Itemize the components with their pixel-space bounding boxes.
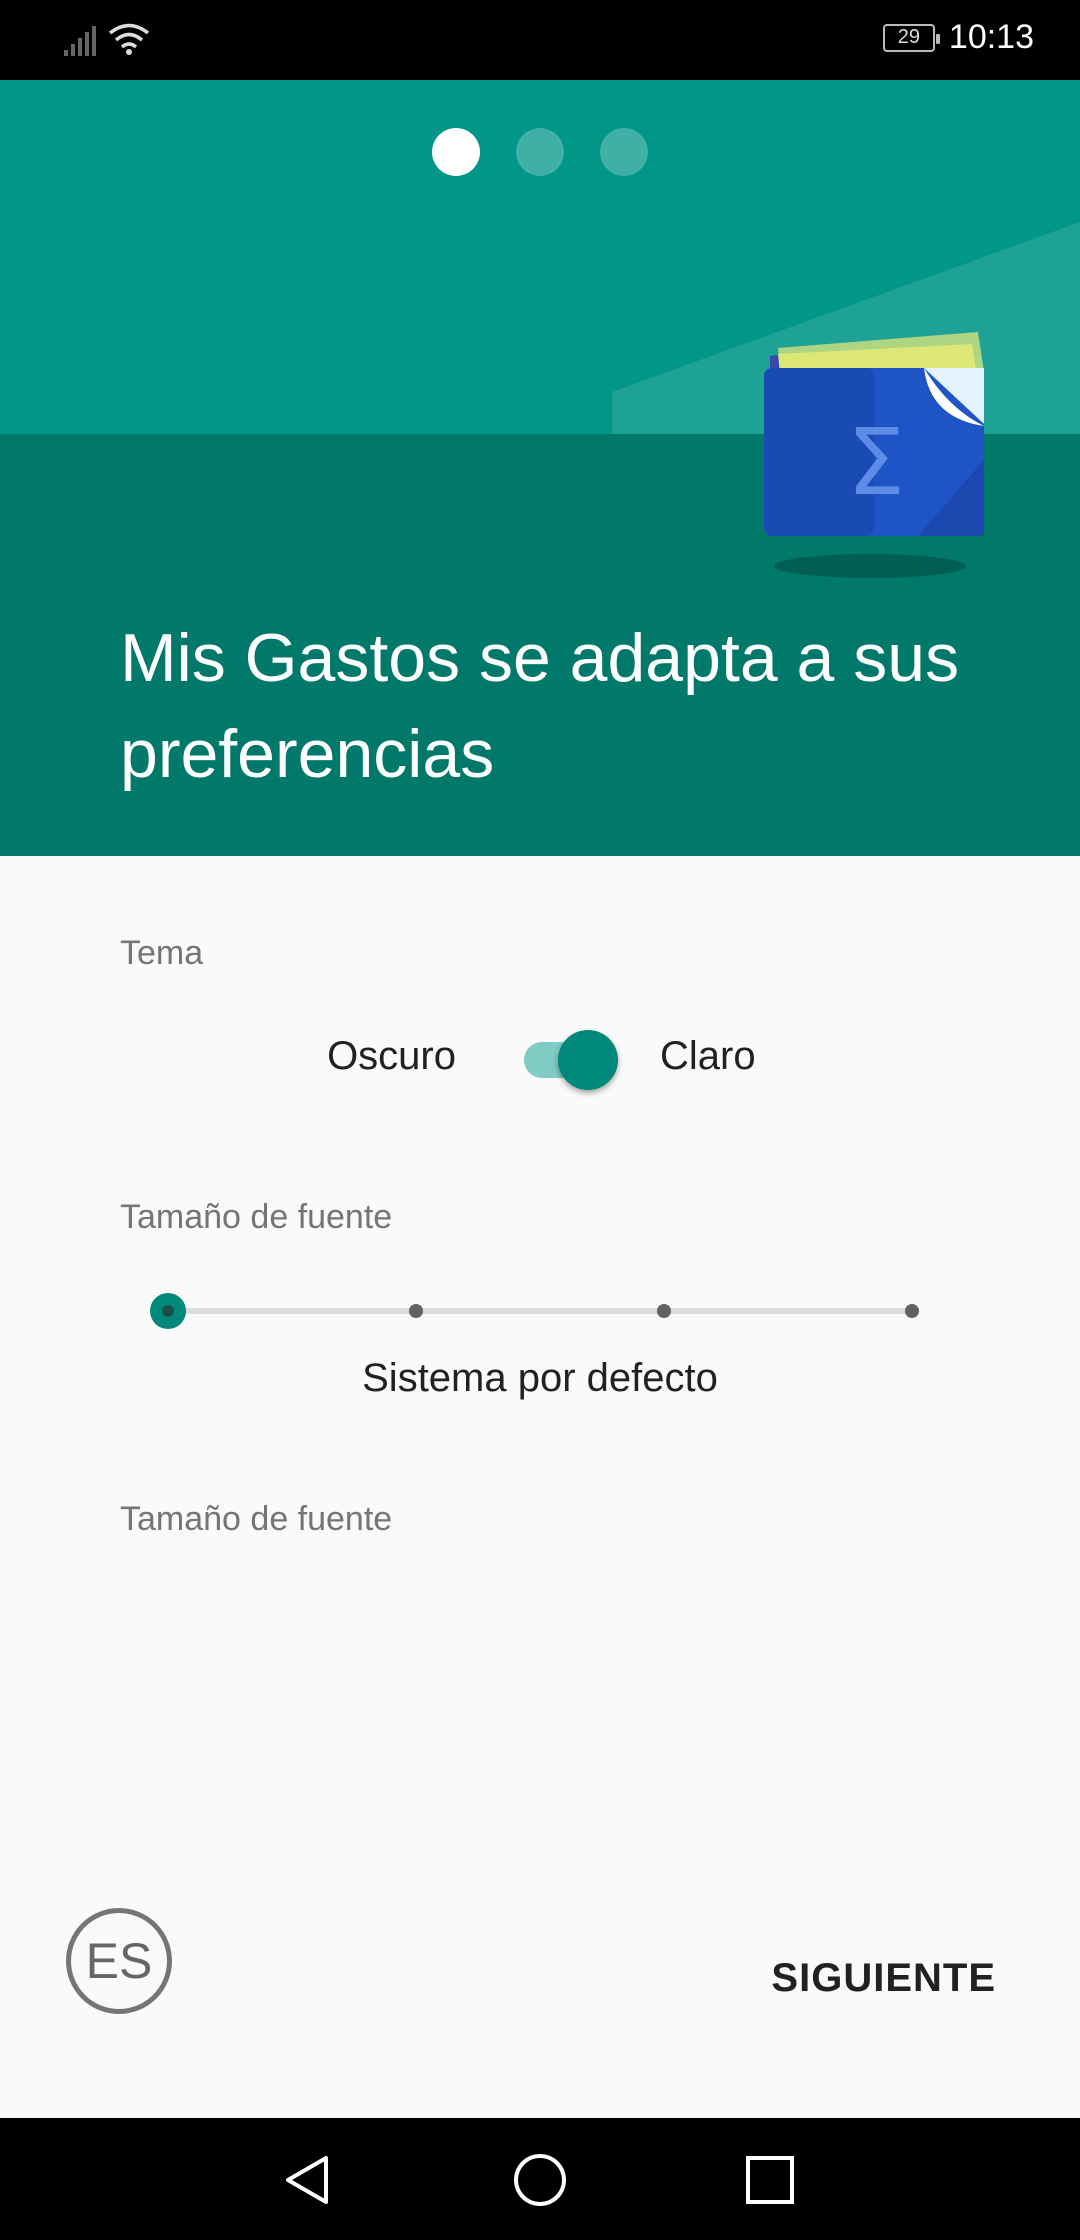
- wallet-sigma-icon: Σ: [764, 332, 984, 578]
- theme-option-light[interactable]: Claro: [660, 1034, 756, 1079]
- theme-row: Oscuro Claro: [0, 1016, 1080, 1096]
- switch-thumb[interactable]: [558, 1030, 618, 1090]
- theme-switch[interactable]: [522, 1026, 622, 1090]
- recents-icon[interactable]: [738, 2148, 802, 2212]
- preferences-content: Tema Oscuro Claro Tamaño de fuente Siste…: [0, 856, 1080, 2118]
- page-title: Mis Gastos se adapta a sus preferencias: [120, 620, 960, 792]
- status-left: [64, 22, 150, 56]
- slider-thumb[interactable]: [150, 1293, 186, 1329]
- slider-tick-4[interactable]: [905, 1304, 919, 1318]
- svg-text:Σ: Σ: [847, 409, 905, 516]
- battery-icon: 29: [882, 23, 940, 52]
- status-right: 29 10:13: [882, 18, 1034, 57]
- slider-track[interactable]: [168, 1308, 916, 1314]
- clock: 10:13: [948, 18, 1034, 56]
- onboarding-header: Σ Mis Gastos se adapta a sus preferencia…: [0, 80, 1080, 856]
- slider-tick-2[interactable]: [409, 1304, 423, 1318]
- page-indicator: [0, 128, 1080, 176]
- wifi-icon: [108, 23, 150, 55]
- theme-label: Tema: [120, 934, 204, 972]
- language-button[interactable]: ES: [66, 1908, 172, 2014]
- font-size-value: Sistema por defecto: [362, 1356, 718, 1400]
- font-size-label-2: Tamaño de fuente: [120, 1500, 393, 1538]
- back-icon[interactable]: [276, 2148, 340, 2212]
- status-bar: 29 10:13: [0, 0, 1080, 80]
- page-dot-3: [600, 128, 648, 176]
- home-icon[interactable]: [508, 2148, 572, 2212]
- font-size-slider[interactable]: [150, 1282, 919, 1342]
- next-button[interactable]: SIGUIENTE: [771, 1956, 996, 2001]
- navigation-bar: [0, 2118, 1080, 2240]
- language-label: ES: [85, 1933, 153, 1989]
- slider-tick-3[interactable]: [657, 1304, 671, 1318]
- theme-option-dark[interactable]: Oscuro: [327, 1034, 456, 1079]
- page-dot-1: [432, 128, 480, 176]
- page-dot-2: [516, 128, 564, 176]
- battery-level: 29: [897, 26, 921, 48]
- signal-icon: [64, 26, 96, 56]
- font-size-label: Tamaño de fuente: [120, 1198, 393, 1236]
